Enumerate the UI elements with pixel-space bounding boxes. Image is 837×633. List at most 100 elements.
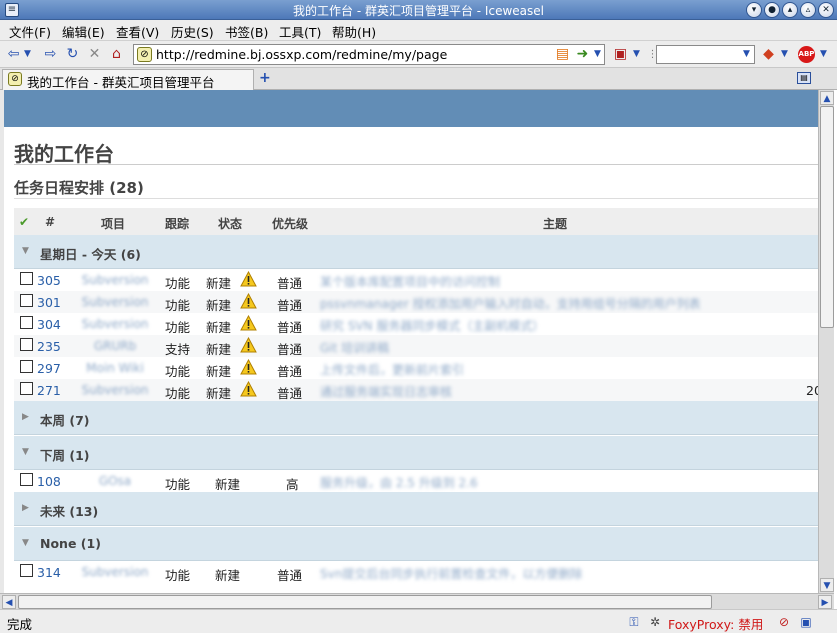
foxyproxy-status[interactable]: FoxyProxy: 禁用: [668, 614, 763, 633]
status-cell: 新建: [206, 342, 232, 357]
group-this-week[interactable]: ▶ 本周 (7): [14, 401, 818, 435]
project-link[interactable]: Subversion: [75, 273, 155, 287]
tracker-cell: 功能: [165, 298, 191, 313]
url-dropdown-icon[interactable]: ▼: [594, 47, 602, 62]
subject-link[interactable]: Git 培训讲稿: [320, 339, 389, 356]
group-next-week[interactable]: ▼ 下周 (1): [14, 436, 818, 470]
menu-edit[interactable]: 编辑(E): [62, 22, 105, 41]
subject-link[interactable]: 服务升级，由 2.5 升级到 2.6: [320, 474, 478, 491]
search-box[interactable]: ▼: [656, 45, 755, 64]
stop-icon[interactable]: ✕: [86, 46, 103, 63]
horizontal-scrollbar[interactable]: ◀ ▶: [0, 593, 834, 609]
search-input[interactable]: [659, 47, 739, 62]
url-input[interactable]: [156, 46, 546, 63]
issue-id-link[interactable]: 301: [37, 295, 61, 310]
group-future[interactable]: ▶ 未来 (13): [14, 492, 818, 526]
menu-tools[interactable]: 工具(T): [279, 22, 321, 41]
subject-link[interactable]: pssvnmanager 授权添加用户输入时自动，支持用组号分隔的用户列表: [320, 295, 701, 312]
tab-list-icon[interactable]: ▤: [797, 72, 811, 84]
menu-view[interactable]: 查看(V): [116, 22, 159, 41]
maximize-icon[interactable]: ▴: [782, 2, 798, 18]
restore-icon[interactable]: ▵: [800, 2, 816, 18]
vertical-scroll-thumb[interactable]: [820, 106, 834, 328]
project-link[interactable]: Subversion: [75, 295, 155, 309]
row-checkbox[interactable]: [20, 564, 33, 577]
search-dropdown-icon[interactable]: ▼: [743, 47, 751, 62]
subject-link[interactable]: 上传文件后，更新前片索引: [320, 361, 464, 378]
issue-id-link[interactable]: 305: [37, 273, 61, 288]
security-lock-icon[interactable]: ⚿: [626, 614, 642, 630]
row-checkbox[interactable]: [20, 294, 33, 307]
adblock-icon[interactable]: ABP: [798, 46, 815, 63]
project-link[interactable]: Subversion: [75, 317, 155, 331]
back-icon[interactable]: ⇦: [5, 46, 22, 63]
status-cell: 新建: [215, 477, 241, 492]
issue-id-link[interactable]: 297: [37, 361, 61, 376]
rss-feed-icon[interactable]: ▤: [554, 46, 571, 63]
issue-id-link[interactable]: 271: [37, 383, 61, 398]
row-checkbox[interactable]: [20, 338, 33, 351]
issue-id-link[interactable]: 304: [37, 317, 61, 332]
header-priority[interactable]: 优先级: [272, 215, 308, 232]
menu-file[interactable]: 文件(F): [9, 22, 51, 41]
horizontal-scroll-thumb[interactable]: [18, 595, 712, 609]
issue-id-link[interactable]: 314: [37, 565, 61, 580]
header-tracker[interactable]: 跟踪: [165, 215, 189, 232]
new-tab-icon[interactable]: +: [259, 70, 271, 86]
subject-link[interactable]: Svn提交后台同步执行前置检查文件，以方便删除: [320, 565, 582, 582]
url-bar[interactable]: ⊘ ▤ ➜ ▼: [133, 44, 605, 65]
row-checkbox[interactable]: [20, 360, 33, 373]
menu-history[interactable]: 历史(S): [171, 22, 214, 41]
google-search-icon[interactable]: ◆: [760, 46, 777, 63]
window-title: 我的工作台 - 群英汇项目管理平台 - Iceweasel: [293, 4, 544, 18]
table-row: 235 GRURb 支持 新建 普通 Git 培训讲稿: [14, 335, 818, 357]
subject-link[interactable]: 某个版本库配置项目中的访问控制: [320, 273, 500, 290]
scroll-right-icon[interactable]: ▶: [818, 595, 832, 609]
row-checkbox[interactable]: [20, 382, 33, 395]
subject-link[interactable]: 研究 SVN 服务器同步模式（主副机模式）: [320, 317, 544, 334]
project-link[interactable]: GRURb: [75, 339, 155, 353]
search-engine-dropdown-icon[interactable]: ▼: [781, 47, 789, 62]
project-link[interactable]: Subversion: [75, 565, 155, 579]
page-tool-icon[interactable]: ▣: [612, 46, 629, 63]
firebug-icon[interactable]: ✲: [647, 614, 663, 630]
group-today[interactable]: ▼ 星期日 - 今天 (6): [14, 235, 818, 269]
home-icon[interactable]: ⌂: [108, 46, 125, 63]
scroll-down-icon[interactable]: ▼: [820, 578, 834, 592]
row-checkbox[interactable]: [20, 316, 33, 329]
back-history-icon[interactable]: ▼: [24, 47, 32, 62]
priority-cell: 普通: [277, 386, 303, 401]
group-none[interactable]: ▼ None (1): [14, 527, 818, 561]
subject-link[interactable]: 通过服务端实现日志审核: [320, 383, 452, 400]
menu-bookmarks[interactable]: 书签(B): [225, 22, 268, 41]
go-icon[interactable]: ➜: [574, 46, 591, 63]
row-checkbox[interactable]: [20, 473, 33, 486]
project-link[interactable]: GOsa: [75, 474, 155, 488]
forward-icon[interactable]: ⇨: [42, 46, 59, 63]
project-link[interactable]: Moin Wiki: [75, 361, 155, 375]
scroll-left-icon[interactable]: ◀: [2, 595, 16, 609]
minimize-icon[interactable]: ▾: [746, 2, 762, 18]
close-icon[interactable]: ✕: [818, 2, 834, 18]
block-icon[interactable]: ⊘: [776, 614, 792, 630]
page-tool-dropdown-icon[interactable]: ▼: [633, 47, 641, 62]
group-label: 本周 (7): [40, 413, 90, 428]
extension-status-icon[interactable]: ▣: [798, 614, 814, 630]
adblock-dropdown-icon[interactable]: ▼: [820, 47, 828, 62]
issue-id-link[interactable]: 235: [37, 339, 61, 354]
header-id[interactable]: #: [45, 215, 55, 229]
project-link[interactable]: Subversion: [75, 383, 155, 397]
scroll-up-icon[interactable]: ▲: [820, 91, 834, 105]
header-subject[interactable]: 主题: [543, 215, 567, 232]
row-checkbox[interactable]: [20, 272, 33, 285]
header-project[interactable]: 项目: [101, 215, 125, 232]
issue-id-link[interactable]: 108: [37, 474, 61, 489]
menu-help[interactable]: 帮助(H): [332, 22, 376, 41]
header-status[interactable]: 状态: [218, 215, 242, 232]
warning-icon: [240, 293, 257, 309]
shade-icon[interactable]: ●: [764, 2, 780, 18]
vertical-scrollbar[interactable]: ▲ ▼: [818, 90, 834, 593]
tab-my-page[interactable]: ⊘ 我的工作台 - 群英汇项目管理平台: [2, 69, 254, 90]
reload-icon[interactable]: ↻: [64, 46, 81, 63]
check-all-icon[interactable]: ✔: [19, 215, 29, 229]
